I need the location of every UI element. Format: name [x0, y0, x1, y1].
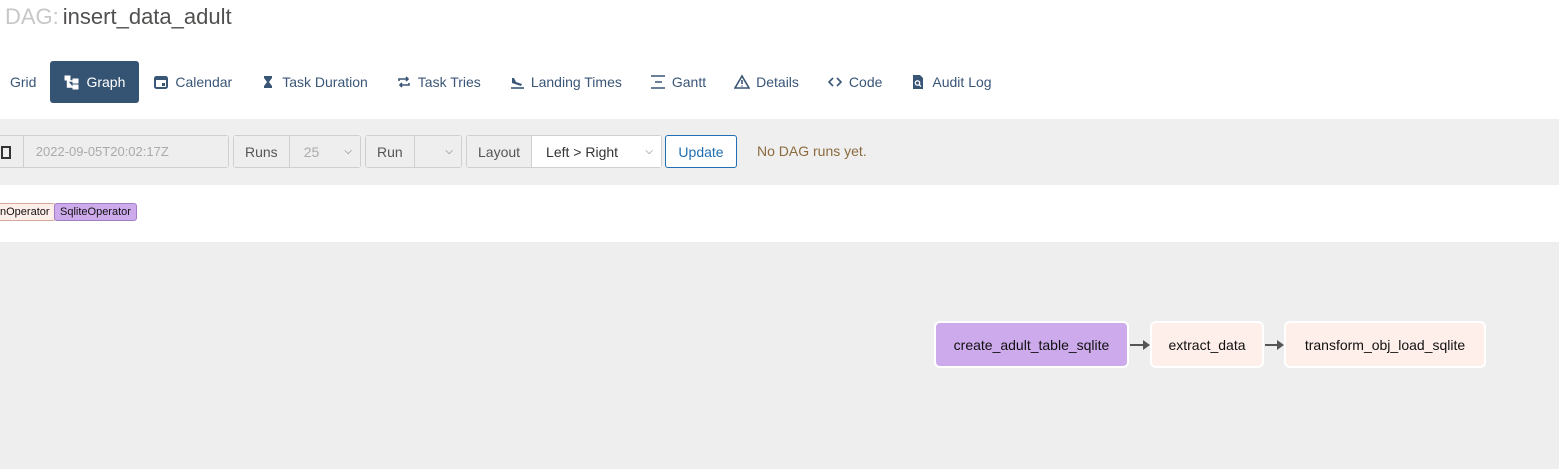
runs-select[interactable]: 25 ⌵ [289, 136, 360, 167]
tab-label: Details [756, 74, 799, 90]
tab-label: Task Tries [417, 74, 481, 90]
page-title: DAG: insert_data_adult [5, 4, 232, 30]
runs-group: Runs 25 ⌵ [233, 135, 361, 168]
status-text: No DAG runs yet. [757, 143, 867, 159]
tab-graph[interactable]: Graph [50, 61, 140, 103]
repeat-icon [396, 74, 412, 90]
chevron-down-icon: ⌵ [344, 146, 352, 157]
chevron-down-icon: ⌵ [445, 146, 453, 157]
tab-label: Grid [10, 74, 37, 90]
legend-operator-badge: nOperator [0, 203, 56, 221]
warning-triangle-icon [734, 74, 751, 90]
tab-label: Graph [86, 74, 126, 90]
tab-label: Landing Times [530, 74, 622, 90]
task-node-extract-data[interactable]: extract_data [1150, 321, 1264, 368]
tab-grid[interactable]: Grid [0, 61, 50, 103]
run-select[interactable]: ⌵ [414, 136, 461, 167]
calendar-icon[interactable] [0, 136, 24, 167]
gantt-icon [650, 74, 666, 90]
view-tabs: Grid Graph Calendar Task Duration Task T… [0, 61, 1006, 103]
tab-label: Code [848, 74, 883, 90]
tab-code[interactable]: Code [813, 61, 896, 103]
file-search-icon [910, 74, 926, 90]
tab-audit-log[interactable]: Audit Log [896, 61, 1005, 103]
tab-calendar[interactable]: Calendar [139, 61, 246, 103]
update-button[interactable]: Update [665, 135, 737, 168]
task-node-transform-obj-load-sqlite[interactable]: transform_obj_load_sqlite [1284, 321, 1486, 368]
layout-value: Left > Right [546, 143, 619, 160]
tab-task-duration[interactable]: Task Duration [246, 61, 382, 103]
legend-sqlite-operator-badge: SqliteOperator [54, 203, 137, 221]
code-icon [827, 74, 843, 90]
base-date-group: 2022-09-05T20:02:17Z [0, 135, 229, 168]
tab-task-tries[interactable]: Task Tries [382, 61, 495, 103]
run-group: Run ⌵ [365, 135, 462, 168]
chevron-down-icon: ⌵ [645, 146, 653, 157]
tab-gantt[interactable]: Gantt [636, 61, 720, 103]
runs-value: 25 [303, 143, 320, 160]
dag-graph-canvas[interactable]: create_adult_table_sqlite extract_data t… [0, 242, 1559, 469]
hourglass-icon [260, 74, 276, 90]
calendar-icon [153, 74, 169, 90]
dag-label: DAG: [5, 4, 59, 29]
edge-arrow [1130, 340, 1150, 350]
graph-icon [64, 74, 80, 90]
task-node-create-adult-table-sqlite[interactable]: create_adult_table_sqlite [934, 321, 1129, 368]
tab-label: Calendar [175, 74, 233, 90]
dag-id: insert_data_adult [62, 4, 232, 29]
tab-details[interactable]: Details [720, 61, 813, 103]
layout-label: Layout [467, 136, 533, 167]
tab-landing-times[interactable]: Landing Times [495, 61, 636, 103]
plane-landing-icon [509, 74, 525, 90]
tab-label: Gantt [671, 74, 707, 90]
tab-label: Audit Log [932, 74, 992, 90]
run-label: Run [366, 136, 415, 167]
layout-select[interactable]: Left > Right ⌵ [532, 136, 661, 167]
edge-arrow [1265, 340, 1284, 350]
layout-group: Layout Left > Right ⌵ [466, 135, 662, 168]
tab-label: Task Duration [282, 74, 368, 90]
graph-toolbar: 2022-09-05T20:02:17Z Runs 25 ⌵ Run ⌵ Lay… [0, 119, 1559, 185]
runs-label: Runs [234, 136, 290, 167]
base-date-input[interactable]: 2022-09-05T20:02:17Z [23, 136, 228, 167]
